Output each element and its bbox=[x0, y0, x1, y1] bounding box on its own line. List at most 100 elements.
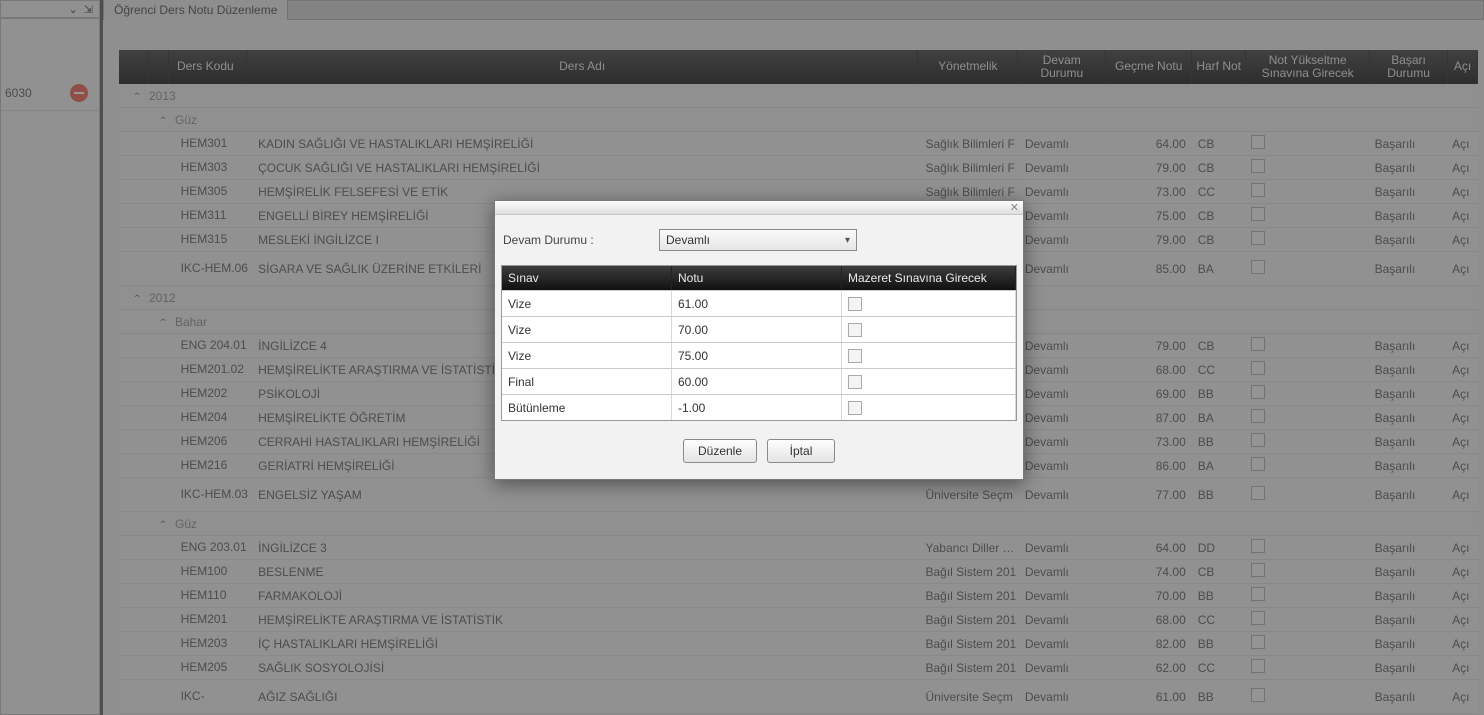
left-panel-row[interactable]: 6030 bbox=[1, 75, 99, 111]
exam-row[interactable]: Vize61.00 bbox=[502, 290, 1016, 316]
table-row[interactable]: HEM303ÇOCUK SAĞLIĞI VE HASTALIKLARI HEMŞ… bbox=[119, 156, 1478, 180]
collapse-icon[interactable] bbox=[151, 517, 175, 531]
col-aciklama[interactable]: Açı bbox=[1448, 50, 1478, 84]
edit-button[interactable]: Düzenle bbox=[683, 439, 757, 463]
cell-mazeret bbox=[842, 343, 1016, 368]
cell-devam: Devamlı bbox=[1021, 262, 1108, 276]
cell-not-yukseltme bbox=[1247, 135, 1370, 152]
checkbox-icon[interactable] bbox=[848, 349, 862, 363]
cell-harf: BA bbox=[1194, 411, 1248, 425]
checkbox-icon[interactable] bbox=[848, 297, 862, 311]
cancel-button[interactable]: İptal bbox=[767, 439, 835, 463]
dialog-titlebar[interactable]: ✕ bbox=[495, 201, 1023, 215]
cell-yonetmelik: Yabancı Diller Yü bbox=[921, 541, 1020, 555]
checkbox-icon[interactable] bbox=[1251, 183, 1265, 197]
checkbox-icon[interactable] bbox=[1251, 385, 1265, 399]
group-term[interactable]: Güz bbox=[119, 108, 1478, 132]
cell-basari: Başarılı bbox=[1371, 262, 1449, 276]
cell-aciklama: Açı bbox=[1448, 185, 1478, 199]
checkbox-icon[interactable] bbox=[1251, 587, 1265, 601]
exam-grid: Sınav Notu Mazeret Sınavına Girecek Vize… bbox=[501, 265, 1017, 421]
cell-not-yukseltme bbox=[1247, 337, 1370, 354]
table-row[interactable]: ENG 203.01İNGİLİZCE 3Yabancı Diller YüDe… bbox=[119, 536, 1478, 560]
col-yonetmelik[interactable]: Yönetmelik bbox=[918, 50, 1018, 84]
group-term[interactable]: Güz bbox=[119, 512, 1478, 536]
col-basari-durumu[interactable]: Başarı Durumu bbox=[1370, 50, 1448, 84]
table-row[interactable]: HEM100BESLENMEBağıl Sistem 201Devamlı74.… bbox=[119, 560, 1478, 584]
checkbox-icon[interactable] bbox=[1251, 207, 1265, 221]
attendance-combo[interactable]: Devamlı ▾ bbox=[659, 229, 857, 251]
checkbox-icon[interactable] bbox=[848, 401, 862, 415]
col-gecme-notu[interactable]: Geçme Notu bbox=[1106, 50, 1192, 84]
col-ders-adi[interactable]: Ders Adı bbox=[247, 50, 918, 84]
checkbox-icon[interactable] bbox=[1251, 539, 1265, 553]
group-year[interactable]: 2013 bbox=[119, 84, 1478, 108]
checkbox-icon[interactable] bbox=[1251, 433, 1265, 447]
pin-icon[interactable]: ⇲ bbox=[84, 3, 93, 16]
checkbox-icon[interactable] bbox=[1251, 659, 1265, 673]
col-not-yukseltme[interactable]: Not Yükseltme Sınavına Girecek bbox=[1246, 50, 1370, 84]
cell-sinav: Vize bbox=[502, 343, 672, 368]
collapse-icon[interactable] bbox=[151, 315, 175, 329]
collapse-icon[interactable] bbox=[125, 291, 149, 305]
cell-sinav: Vize bbox=[502, 291, 672, 316]
checkbox-icon[interactable] bbox=[1251, 688, 1265, 702]
cell-gecme: 82.00 bbox=[1108, 637, 1193, 651]
cell-aciklama: Açı bbox=[1448, 488, 1478, 502]
checkbox-icon[interactable] bbox=[848, 375, 862, 389]
cell-not-yukseltme bbox=[1247, 433, 1370, 450]
exam-row[interactable]: Vize75.00 bbox=[502, 342, 1016, 368]
cell-basari: Başarılı bbox=[1371, 637, 1449, 651]
table-row[interactable]: HEM205SAĞLIK SOSYOLOJİSİBağıl Sistem 201… bbox=[119, 656, 1478, 680]
table-row[interactable]: IKC-HEM.03ENGELSİZ YAŞAMÜniversite SeçmD… bbox=[119, 478, 1478, 512]
checkbox-icon[interactable] bbox=[848, 323, 862, 337]
col-notu[interactable]: Notu bbox=[672, 266, 842, 290]
checkbox-icon[interactable] bbox=[1251, 135, 1265, 149]
table-row[interactable]: HEM301KADIN SAĞLIĞI VE HASTALIKLARI HEMŞ… bbox=[119, 132, 1478, 156]
cell-devam: Devamlı bbox=[1021, 565, 1108, 579]
checkbox-icon[interactable] bbox=[1251, 361, 1265, 375]
checkbox-icon[interactable] bbox=[1251, 635, 1265, 649]
checkbox-icon[interactable] bbox=[1251, 231, 1265, 245]
col-ders-kodu[interactable]: Ders Kodu bbox=[169, 50, 247, 84]
checkbox-icon[interactable] bbox=[1251, 409, 1265, 423]
tab-edit-grades[interactable]: Öğrenci Ders Notu Düzenleme bbox=[104, 0, 288, 20]
cell-name: AĞIZ SAĞLIĞI bbox=[254, 690, 921, 704]
checkbox-icon[interactable] bbox=[1251, 260, 1265, 274]
table-row[interactable]: HEM201HEMŞİRELİKTE ARAŞTIRMA VE İSTATİST… bbox=[119, 608, 1478, 632]
checkbox-icon[interactable] bbox=[1251, 337, 1265, 351]
col-harf-not[interactable]: Harf Not bbox=[1192, 50, 1246, 84]
cell-basari: Başarılı bbox=[1371, 690, 1449, 704]
table-row[interactable]: HEM110FARMAKOLOJİBağıl Sistem 201Devamlı… bbox=[119, 584, 1478, 608]
table-row[interactable]: HEM203İÇ HASTALIKLARI HEMŞİRELİĞİBağıl S… bbox=[119, 632, 1478, 656]
checkbox-icon[interactable] bbox=[1251, 563, 1265, 577]
checkbox-icon[interactable] bbox=[1251, 611, 1265, 625]
col-devam-durumu[interactable]: Devam Durumu bbox=[1018, 50, 1106, 84]
table-row[interactable]: IKC-AĞIZ SAĞLIĞIÜniversite SeçmDevamlı61… bbox=[119, 680, 1478, 714]
cell-basari: Başarılı bbox=[1371, 209, 1449, 223]
exam-row[interactable]: Vize70.00 bbox=[502, 316, 1016, 342]
cell-gecme: 79.00 bbox=[1108, 339, 1193, 353]
remove-icon[interactable] bbox=[70, 84, 88, 102]
col-mazeret[interactable]: Mazeret Sınavına Girecek bbox=[842, 266, 1016, 290]
checkbox-icon[interactable] bbox=[1251, 486, 1265, 500]
cell-code: HEM202 bbox=[177, 387, 255, 400]
cell-gecme: 68.00 bbox=[1108, 613, 1193, 627]
cell-name: İÇ HASTALIKLARI HEMŞİRELİĞİ bbox=[254, 637, 921, 651]
exam-row[interactable]: Bütünleme-1.00 bbox=[502, 394, 1016, 420]
collapse-icon[interactable] bbox=[151, 113, 175, 127]
collapse-icon[interactable] bbox=[125, 89, 149, 103]
chevron-down-icon[interactable]: ⌄ bbox=[69, 3, 78, 16]
cell-notu: 60.00 bbox=[672, 369, 842, 394]
checkbox-icon[interactable] bbox=[1251, 457, 1265, 471]
cell-not-yukseltme bbox=[1247, 260, 1370, 277]
cell-harf: CB bbox=[1194, 565, 1248, 579]
cell-aciklama: Açı bbox=[1448, 387, 1478, 401]
checkbox-icon[interactable] bbox=[1251, 159, 1265, 173]
close-icon[interactable]: ✕ bbox=[1010, 201, 1019, 214]
cell-notu: 61.00 bbox=[672, 291, 842, 316]
cell-devam: Devamlı bbox=[1021, 363, 1108, 377]
cell-notu: -1.00 bbox=[672, 395, 842, 420]
exam-row[interactable]: Final60.00 bbox=[502, 368, 1016, 394]
col-sinav[interactable]: Sınav bbox=[502, 266, 672, 290]
